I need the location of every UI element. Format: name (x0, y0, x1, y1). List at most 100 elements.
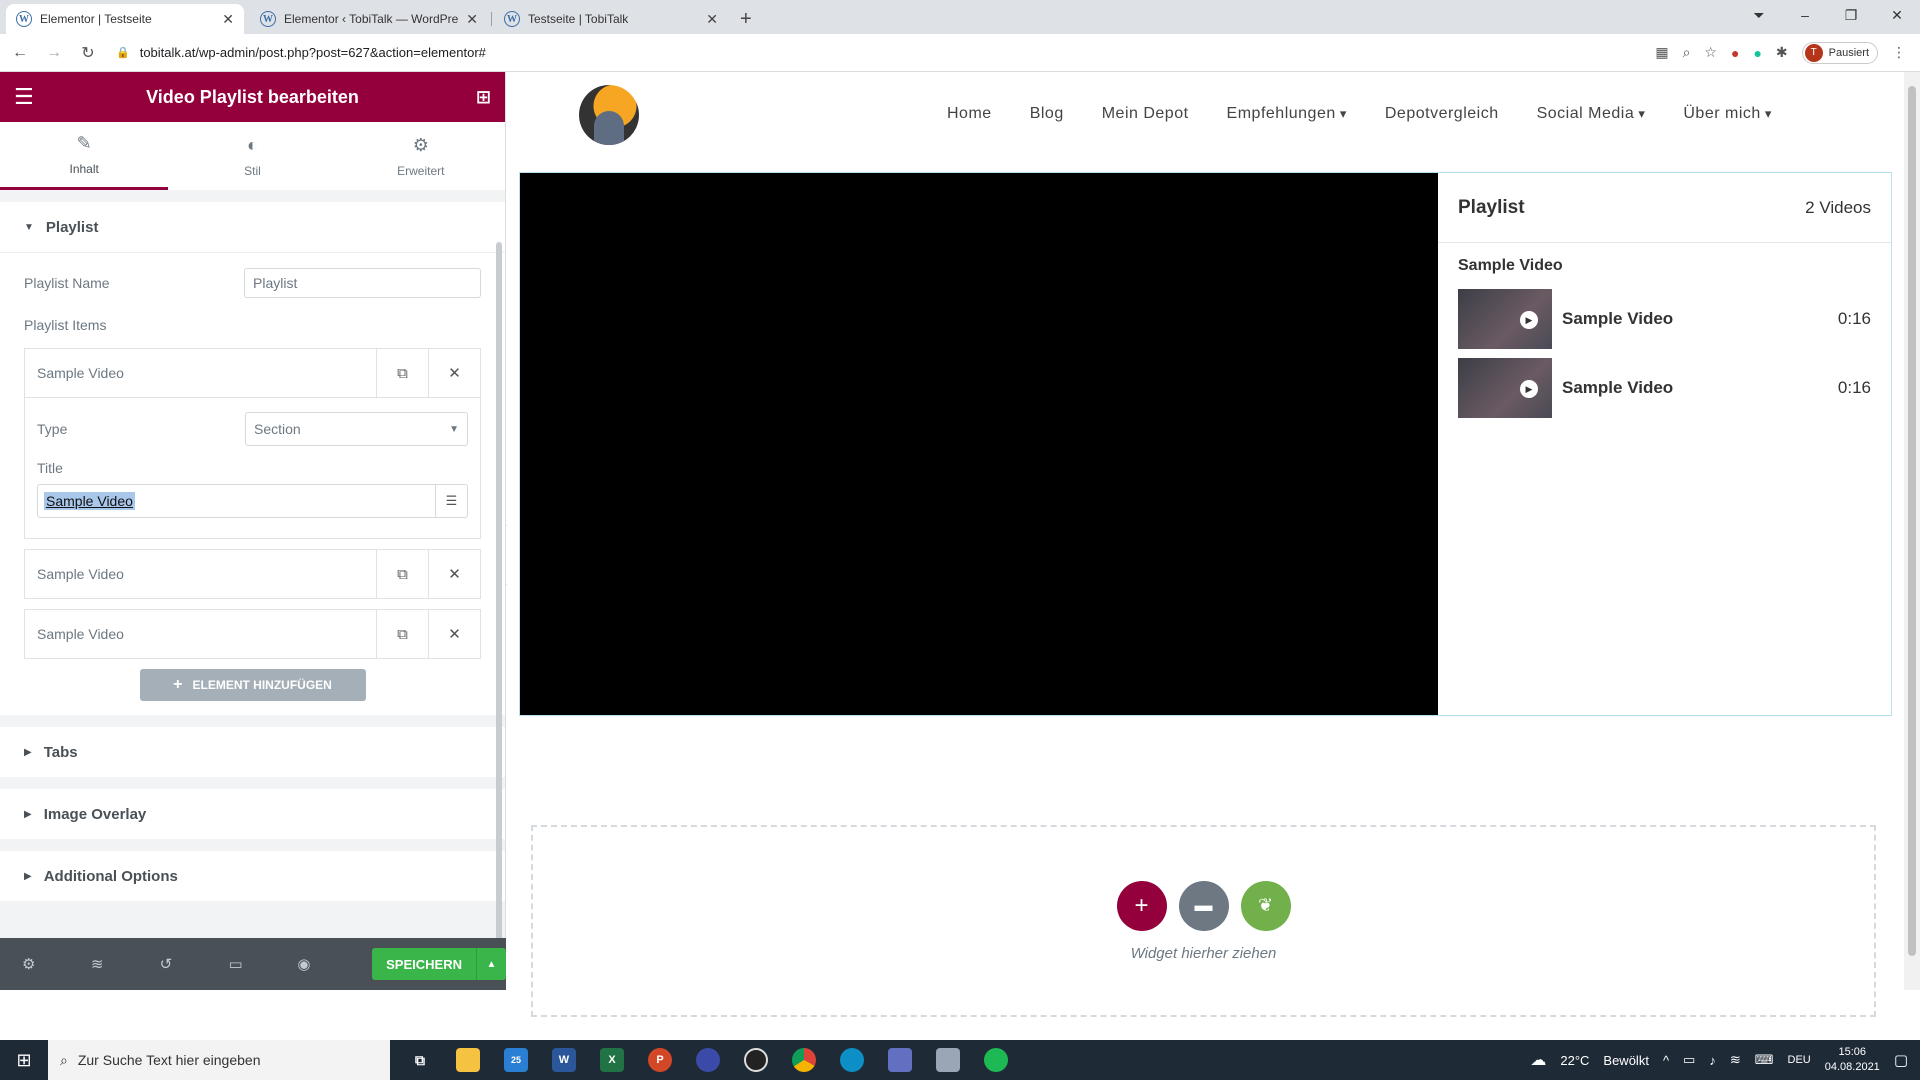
nav-ueber-mich[interactable]: Über mich (1683, 105, 1772, 123)
spotify-icon[interactable] (984, 1048, 1008, 1072)
remove-icon[interactable]: ✕ (428, 349, 480, 397)
duplicate-icon[interactable]: ⧉ (376, 610, 428, 658)
widget-dropzone[interactable]: + ▬ ❦ Widget hierher ziehen (531, 825, 1876, 1017)
site-logo[interactable] (579, 85, 639, 145)
nav-empfehlungen[interactable]: Empfehlungen (1227, 105, 1347, 123)
playlist-video-item[interactable]: ▶ Sample Video 0:16 (1438, 289, 1891, 349)
network-icon[interactable]: ▭ (1683, 1052, 1695, 1068)
taskbar-search-input[interactable]: ⌕ Zur Suche Text hier eingeben (48, 1040, 390, 1080)
widgets-grid-icon[interactable]: ⊞ (476, 87, 491, 108)
navigator-layers-icon[interactable]: ≋ (91, 955, 160, 973)
close-icon[interactable]: ✕ (706, 11, 718, 28)
wifi-icon[interactable]: ≋ (1730, 1052, 1741, 1068)
envato-leaf-icon[interactable]: ❦ (1240, 880, 1291, 931)
weather-cloud-icon[interactable]: ☁ (1530, 1050, 1546, 1070)
save-button[interactable]: SPEICHERN (372, 948, 476, 980)
tab-stil[interactable]: ◐ Stil (168, 122, 336, 190)
bookmark-star-icon[interactable]: ☆ (1704, 44, 1717, 61)
section-playlist-header[interactable]: ▼ Playlist (0, 202, 505, 252)
title-input[interactable]: Sample Video ☰ (37, 484, 468, 518)
nav-social-media[interactable]: Social Media (1537, 105, 1646, 123)
close-window-icon[interactable]: ✕ (1874, 7, 1920, 24)
browser-menu-icon[interactable]: ⋮ (1892, 44, 1906, 61)
settings-icon[interactable]: ⚙ (22, 955, 91, 973)
edge-icon[interactable] (840, 1048, 864, 1072)
back-icon[interactable]: ← (6, 44, 34, 62)
nav-blog[interactable]: Blog (1030, 105, 1064, 123)
template-folder-icon[interactable]: ▬ (1178, 880, 1229, 931)
close-icon[interactable]: ✕ (222, 11, 234, 28)
excel-icon[interactable]: X (600, 1048, 624, 1072)
video-player[interactable] (520, 173, 1438, 715)
restore-icon[interactable]: ❐ (1828, 7, 1874, 24)
extension-badge-icon[interactable]: ● (1731, 45, 1739, 61)
remove-icon[interactable]: ✕ (428, 610, 480, 658)
tab-erweitert[interactable]: ⚙ Erweitert (337, 122, 505, 190)
grammarly-icon[interactable]: ● (1753, 45, 1761, 61)
app-window-icon[interactable] (888, 1048, 912, 1072)
browser-tab-elementor-tobitalk[interactable]: W Elementor ‹ TobiTalk — WordPre ✕ (250, 4, 492, 34)
mail-icon[interactable]: 25 (504, 1048, 528, 1072)
remove-icon[interactable]: ✕ (428, 550, 480, 598)
playlist-items-label: Playlist Items (24, 317, 107, 333)
playlist-item-title[interactable]: Sample Video (25, 566, 376, 582)
history-icon[interactable]: ↺ (160, 955, 229, 973)
clock[interactable]: 15:06 04.08.2021 (1825, 1045, 1880, 1075)
playlist-item-title[interactable]: Sample Video (25, 365, 376, 381)
task-view-icon[interactable]: ⧉ (408, 1048, 432, 1072)
section-tabs-header[interactable]: ▶ Tabs (0, 727, 505, 777)
tray-chevron-up-icon[interactable]: ^ (1663, 1053, 1669, 1068)
word-icon[interactable]: W (552, 1048, 576, 1072)
weather-text[interactable]: Bewölkt (1603, 1053, 1649, 1068)
chrome-icon[interactable] (792, 1048, 816, 1072)
duplicate-icon[interactable]: ⧉ (376, 550, 428, 598)
playlist-video-item[interactable]: ▶ Sample Video 0:16 (1438, 358, 1891, 418)
reload-icon[interactable]: ↻ (74, 43, 102, 63)
video-thumbnail: ▶ (1458, 358, 1552, 418)
tab-inhalt[interactable]: ✎ Inhalt (0, 122, 169, 190)
add-section-plus-icon[interactable]: + (1116, 880, 1167, 931)
new-tab-button[interactable]: + (728, 4, 764, 34)
duplicate-icon[interactable]: ⧉ (376, 349, 428, 397)
notifications-icon[interactable]: ▢ (1894, 1051, 1908, 1069)
nav-home[interactable]: Home (947, 105, 992, 123)
responsive-mode-icon[interactable]: ▭ (228, 955, 297, 973)
section-additional-options-header[interactable]: ▶ Additional Options (0, 851, 505, 901)
minimize-icon[interactable]: – (1782, 7, 1828, 23)
notepad-icon[interactable] (936, 1048, 960, 1072)
close-icon[interactable]: ✕ (466, 11, 478, 28)
extensions-puzzle-icon[interactable]: ✱ (1776, 44, 1788, 61)
language-indicator[interactable]: DEU (1788, 1054, 1811, 1066)
keyboard-icon[interactable]: ⌨ (1755, 1052, 1774, 1068)
preview-eye-icon[interactable]: ◉ (297, 955, 366, 973)
browser-tab-elementor-testseite[interactable]: W Elementor | Testseite ✕ (6, 4, 244, 34)
url-field[interactable]: 🔒 tobitalk.at/wp-admin/post.php?post=627… (116, 45, 1655, 60)
playlist-header: Playlist 2 Videos (1438, 173, 1891, 243)
playlist-item-title[interactable]: Sample Video (25, 626, 376, 642)
qr-code-icon[interactable]: ▦ (1655, 44, 1668, 61)
forward-icon[interactable]: → (40, 44, 68, 62)
weather-temp[interactable]: 22°C (1560, 1053, 1589, 1068)
tab-search-icon[interactable]: ⏷ (1736, 7, 1782, 24)
nav-mein-depot[interactable]: Mein Depot (1102, 105, 1189, 123)
file-explorer-icon[interactable] (456, 1048, 480, 1072)
type-select[interactable]: Section ▼ (245, 412, 468, 446)
hamburger-menu-icon[interactable]: ☰ (14, 84, 34, 110)
volume-icon[interactable]: ♪ (1709, 1053, 1716, 1068)
browser-tab-testseite-tobitalk[interactable]: W Testseite | TobiTalk ✕ (494, 4, 728, 34)
powerpoint-icon[interactable]: P (648, 1048, 672, 1072)
playlist-name-input[interactable]: Playlist (244, 267, 481, 298)
save-options-caret-icon[interactable]: ▲ (476, 948, 506, 980)
panel-scrollbar[interactable] (496, 242, 502, 982)
add-element-button[interactable]: + ELEMENT HINZUFÜGEN (139, 669, 366, 701)
section-image-overlay-header[interactable]: ▶ Image Overlay (0, 789, 505, 839)
profile-button[interactable]: T Pausiert (1801, 41, 1878, 64)
app-icon[interactable] (696, 1048, 720, 1072)
dynamic-tags-icon[interactable]: ☰ (435, 485, 467, 517)
nav-depotvergleich[interactable]: Depotvergleich (1385, 105, 1499, 123)
page-scrollbar[interactable] (1904, 72, 1920, 990)
obs-icon[interactable] (744, 1048, 768, 1072)
window-controls: ⏷ – ❐ ✕ (1736, 0, 1920, 30)
windows-start-icon[interactable]: ⊞ (0, 1050, 48, 1071)
zoom-icon[interactable]: ⌕ (1683, 44, 1691, 61)
